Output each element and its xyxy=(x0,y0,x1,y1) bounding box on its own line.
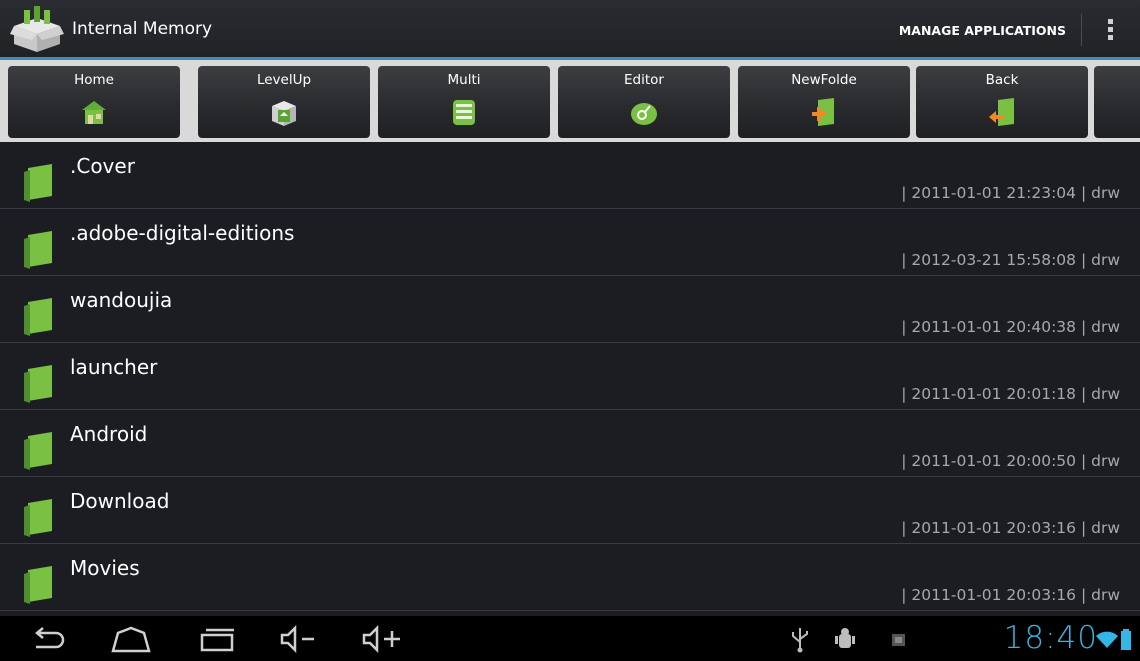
folder-icon xyxy=(24,566,52,604)
editor-button[interactable]: Editor xyxy=(558,66,730,138)
system-bar: 18:40 xyxy=(0,616,1140,661)
battery-icon xyxy=(1121,629,1131,650)
back-button[interactable]: Back xyxy=(916,66,1088,138)
action-bar: Internal Memory MANAGE APPLICATIONS xyxy=(0,0,1140,60)
home-nav-icon[interactable] xyxy=(108,624,154,654)
volume-down-icon[interactable] xyxy=(278,624,322,654)
toolbar: Home LevelUp Multi Editor NewFolde Back xyxy=(0,60,1140,142)
notification-icon xyxy=(892,634,905,646)
new-folder-button[interactable]: NewFolde xyxy=(738,66,910,138)
volume-up-icon[interactable] xyxy=(360,624,410,654)
folder-icon xyxy=(24,231,52,269)
home-button-label: Home xyxy=(74,72,114,88)
list-item[interactable]: Android | 2011-01-01 20:00:50 | drw xyxy=(0,410,1140,477)
levelup-button-label: LevelUp xyxy=(256,72,312,88)
file-meta: | 2011-01-01 20:40:38 | drw xyxy=(901,318,1120,336)
editor-icon xyxy=(631,103,657,125)
folder-icon xyxy=(24,499,52,537)
home-button[interactable]: Home xyxy=(8,66,180,138)
overflow-menu-icon[interactable] xyxy=(1100,16,1120,46)
file-name: Download xyxy=(70,489,170,513)
file-name: wandoujia xyxy=(70,288,173,312)
list-item[interactable]: wandoujia | 2011-01-01 20:40:38 | drw xyxy=(0,276,1140,343)
file-name: .adobe-digital-editions xyxy=(70,221,295,245)
usb-icon xyxy=(792,628,808,653)
file-list: .Cover | 2011-01-01 21:23:04 | drw .adob… xyxy=(0,142,1140,616)
levelup-icon xyxy=(272,101,296,126)
list-item[interactable]: launcher | 2011-01-01 20:01:18 | drw xyxy=(0,343,1140,410)
multi-button-label: Multi xyxy=(447,72,481,88)
file-meta: | 2012-03-21 15:58:08 | drw xyxy=(901,251,1120,269)
list-item[interactable]: .adobe-digital-editions | 2012-03-21 15:… xyxy=(0,209,1140,276)
manage-applications-button[interactable]: MANAGE APPLICATIONS xyxy=(889,16,1076,46)
folder-icon xyxy=(24,432,52,470)
list-item[interactable]: Download | 2011-01-01 20:03:16 | drw xyxy=(0,477,1140,544)
clock: 18:40 xyxy=(1003,620,1098,656)
file-name: launcher xyxy=(70,355,158,379)
app-box-icon[interactable] xyxy=(10,4,64,54)
action-bar-divider xyxy=(1081,14,1082,46)
file-name: Android xyxy=(70,422,148,446)
file-meta: | 2011-01-01 20:00:50 | drw xyxy=(901,452,1120,470)
back-nav-icon[interactable] xyxy=(28,624,66,654)
new-folder-button-label: NewFolde xyxy=(791,72,857,88)
file-meta: | 2011-01-01 20:03:16 | drw xyxy=(901,519,1120,537)
list-item[interactable]: Movies | 2011-01-01 20:03:16 | drw xyxy=(0,544,1140,611)
multi-button[interactable]: Multi xyxy=(378,66,550,138)
list-item[interactable]: .Cover | 2011-01-01 21:23:04 | drw xyxy=(0,142,1140,209)
back-button-label: Back xyxy=(985,72,1019,88)
new-folder-icon xyxy=(812,98,834,126)
file-meta: | 2011-01-01 20:03:16 | drw xyxy=(901,586,1120,604)
recent-apps-icon[interactable] xyxy=(196,624,240,654)
app-title: Internal Memory xyxy=(72,19,213,39)
more-toolbar-button[interactable] xyxy=(1094,66,1140,138)
levelup-button[interactable]: LevelUp xyxy=(198,66,370,138)
folder-icon xyxy=(24,365,52,403)
wifi-icon xyxy=(1096,631,1118,648)
file-name: Movies xyxy=(70,556,140,580)
file-meta: | 2011-01-01 20:01:18 | drw xyxy=(901,385,1120,403)
multi-icon xyxy=(453,100,475,125)
folder-icon xyxy=(24,164,52,202)
folder-icon xyxy=(24,298,52,336)
file-meta: | 2011-01-01 21:23:04 | drw xyxy=(901,184,1120,202)
editor-button-label: Editor xyxy=(624,72,664,88)
file-name: .Cover xyxy=(70,154,135,178)
debug-icon xyxy=(835,628,855,648)
home-icon xyxy=(82,101,106,124)
back-icon xyxy=(989,98,1014,126)
